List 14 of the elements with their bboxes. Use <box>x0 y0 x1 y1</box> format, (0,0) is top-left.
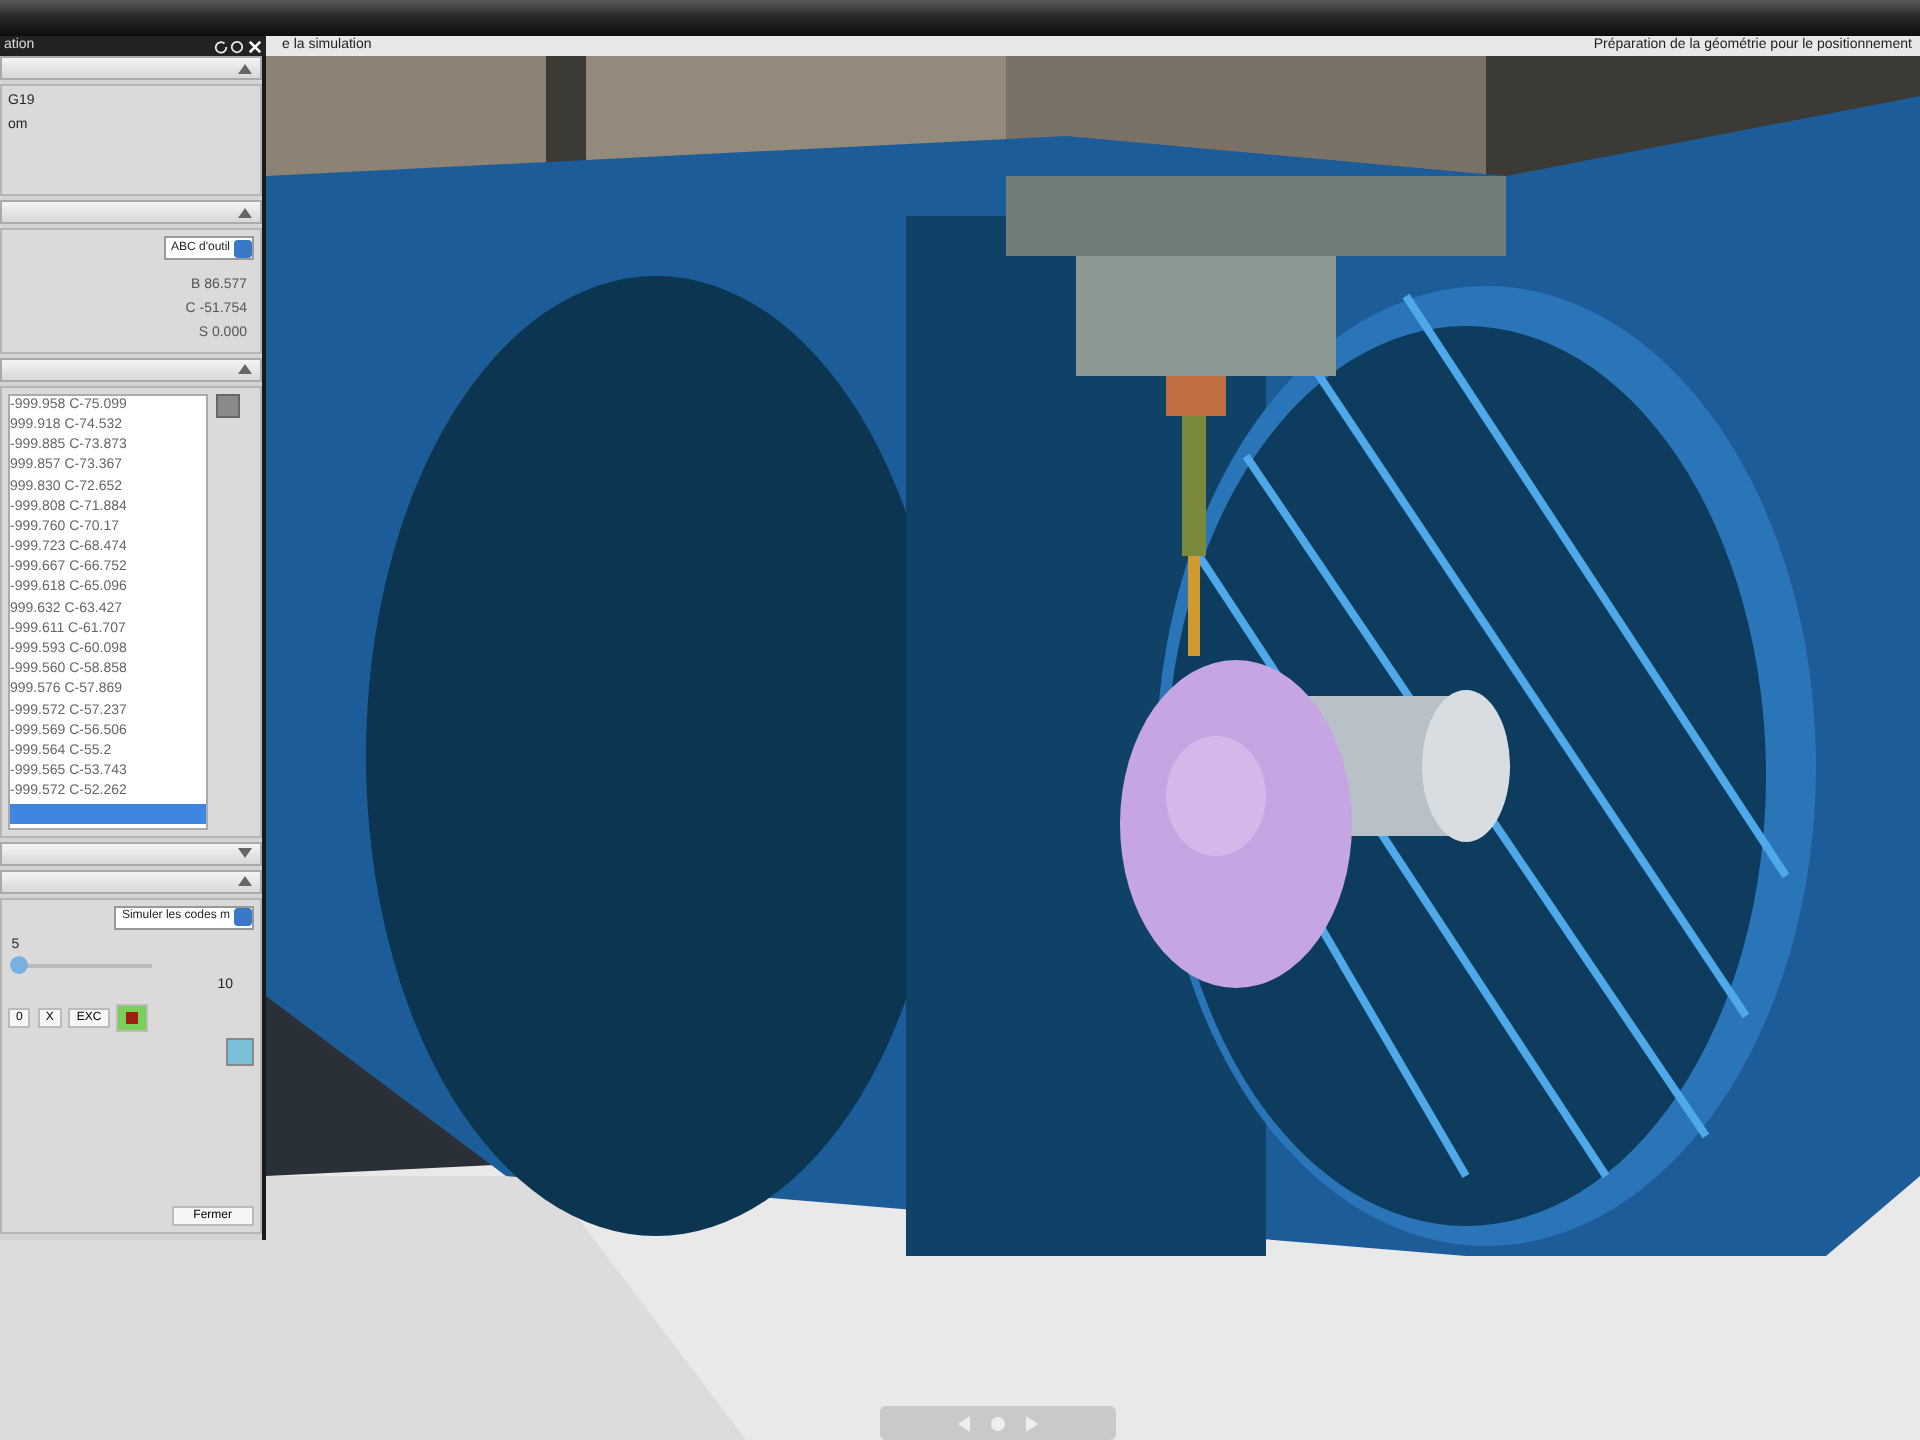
collapse-icon[interactable] <box>238 207 252 217</box>
record-button[interactable] <box>116 1003 149 1032</box>
refresh-icon[interactable] <box>213 39 227 53</box>
collapse-icon[interactable] <box>238 63 252 73</box>
record-icon <box>126 1011 139 1024</box>
close-icon[interactable] <box>248 39 262 53</box>
settings-icon[interactable] <box>230 39 245 53</box>
slider-thumb[interactable] <box>10 956 29 975</box>
code-list[interactable] <box>8 393 208 830</box>
expand-icon[interactable] <box>238 848 252 859</box>
collapse-icon[interactable] <box>238 364 252 375</box>
collapse-icon[interactable] <box>238 876 252 887</box>
list-row[interactable] <box>10 803 206 824</box>
section-header[interactable] <box>0 200 262 224</box>
